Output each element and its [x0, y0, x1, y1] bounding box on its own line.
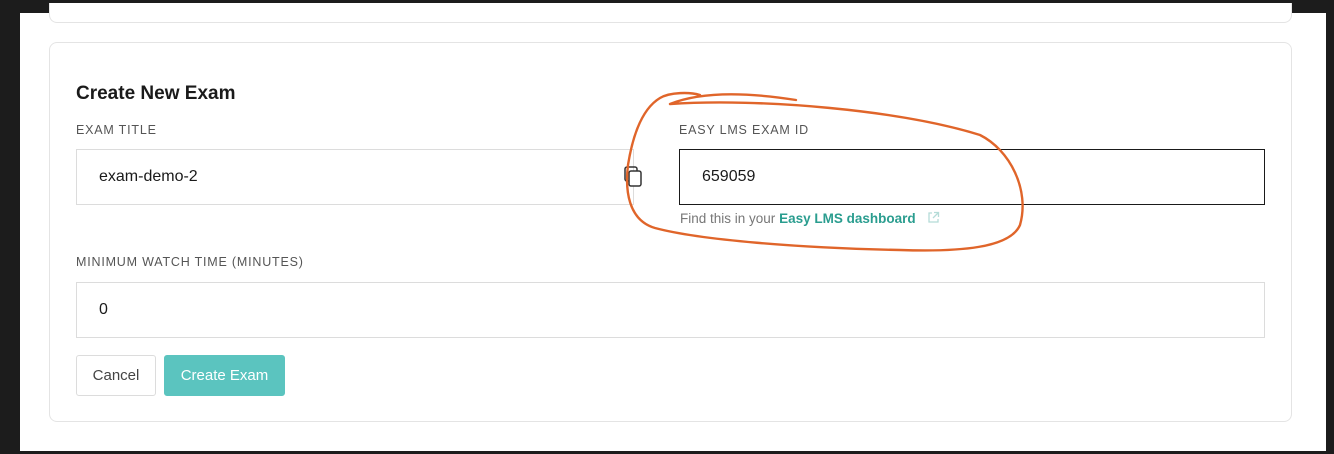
exam-title-input[interactable]	[76, 149, 634, 205]
previous-card	[49, 3, 1292, 23]
easy-lms-dashboard-link[interactable]: Easy LMS dashboard	[779, 211, 916, 226]
copy-icon[interactable]	[624, 166, 644, 188]
form-title: Create New Exam	[76, 83, 236, 104]
app-window: Create New Exam EXAM TITLE EASY LMS EXAM…	[20, 3, 1326, 451]
helper-prefix: Find this in your	[680, 211, 776, 226]
exam-title-label: EXAM TITLE	[76, 123, 157, 137]
create-exam-card: Create New Exam EXAM TITLE EASY LMS EXAM…	[49, 42, 1292, 422]
min-watch-time-input[interactable]	[76, 282, 1265, 338]
external-link-icon	[927, 211, 940, 227]
easy-lms-helper-text: Find this in your Easy LMS dashboard	[680, 211, 940, 227]
create-exam-button[interactable]: Create Exam	[164, 355, 285, 396]
easy-lms-id-input[interactable]	[679, 149, 1265, 205]
cancel-button[interactable]: Cancel	[76, 355, 156, 396]
easy-lms-id-label: EASY LMS EXAM ID	[679, 123, 809, 137]
min-watch-time-label: MINIMUM WATCH TIME (MINUTES)	[76, 255, 304, 269]
